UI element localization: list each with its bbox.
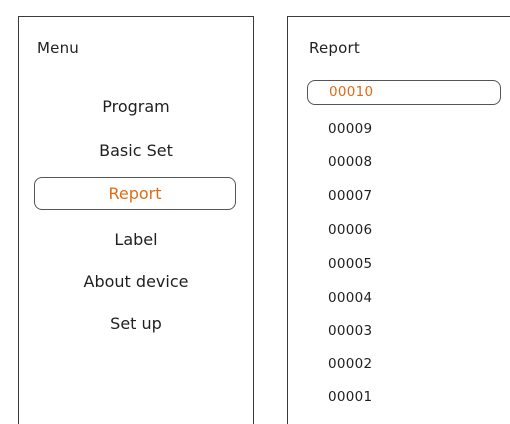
menu-item-program[interactable]: Program	[19, 97, 253, 117]
menu-panel: Menu Program Basic Set Report Label Abou…	[18, 16, 254, 424]
report-item-00002[interactable]: 00002	[328, 355, 372, 373]
report-item-00009[interactable]: 00009	[328, 120, 372, 138]
report-item-00008[interactable]: 00008	[328, 153, 372, 171]
menu-item-report[interactable]: Report	[34, 177, 236, 210]
menu-item-about-device[interactable]: About device	[19, 272, 253, 292]
screen: Menu Program Basic Set Report Label Abou…	[0, 0, 510, 424]
report-title: Report	[309, 39, 360, 57]
report-item-00007[interactable]: 00007	[328, 187, 372, 205]
report-item-00005[interactable]: 00005	[328, 255, 372, 273]
menu-item-set-up[interactable]: Set up	[19, 314, 253, 334]
report-item-00006[interactable]: 00006	[328, 221, 372, 239]
menu-title: Menu	[37, 39, 79, 57]
menu-item-label[interactable]: Label	[19, 230, 253, 250]
report-item-00003[interactable]: 00003	[328, 322, 372, 340]
report-item-00010[interactable]: 00010	[307, 80, 501, 105]
report-item-00001[interactable]: 00001	[328, 388, 372, 406]
report-panel: Report 00010 00009 00008 00007 00006 000…	[287, 16, 510, 424]
menu-item-basic-set[interactable]: Basic Set	[19, 141, 253, 161]
report-item-00004[interactable]: 00004	[328, 289, 372, 307]
